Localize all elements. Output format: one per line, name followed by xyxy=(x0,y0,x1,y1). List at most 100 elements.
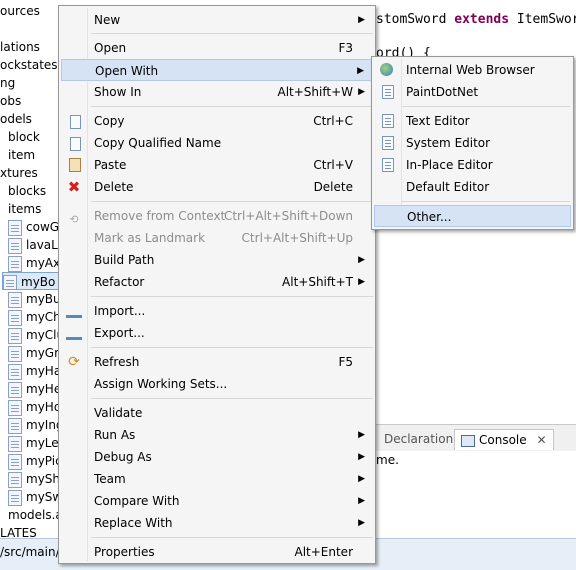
submenu-item-other[interactable]: Other... xyxy=(374,205,571,227)
menu-item-import[interactable]: Import... xyxy=(61,300,373,322)
tree-item[interactable]: item xyxy=(8,146,35,164)
menu-item-refresh[interactable]: ⟳ Refresh F5 xyxy=(61,351,373,373)
copy-icon xyxy=(70,115,81,129)
console-icon xyxy=(461,434,475,447)
console-output: me. xyxy=(376,451,576,541)
submenu-arrow-icon: ▶ xyxy=(358,518,365,528)
menu-item-team[interactable]: Team ▶ xyxy=(61,468,373,490)
tree-item[interactable]: lavaLa xyxy=(8,236,65,254)
submenu-item-system-editor[interactable]: System Editor xyxy=(374,132,571,154)
menu-item-refactor[interactable]: Refactor Alt+Shift+T ▶ xyxy=(61,271,373,293)
menu-item-replace-with[interactable]: Replace With ▶ xyxy=(61,512,373,534)
menu-item-remove-from-context[interactable]: ⟲ Remove from Context Ctrl+Alt+Shift+Down xyxy=(61,205,373,227)
paste-icon xyxy=(69,158,81,172)
tree-item[interactable]: items xyxy=(8,200,41,218)
file-icon xyxy=(8,327,22,344)
menu-separator xyxy=(91,347,373,348)
submenu-arrow-icon: ▶ xyxy=(358,430,365,440)
project-explorer-tree: ources lations ockstates ng obs odels bl… xyxy=(0,0,68,540)
tree-item[interactable]: obs xyxy=(0,92,21,110)
menu-item-open[interactable]: Open F3 xyxy=(61,37,373,59)
menu-item-run-as[interactable]: Run As ▶ xyxy=(61,424,373,446)
menu-item-build-path[interactable]: Build Path ▶ xyxy=(61,249,373,271)
file-icon xyxy=(8,363,22,380)
file-icon xyxy=(8,435,22,452)
tree-item[interactable]: myClu xyxy=(8,326,64,344)
file-icon xyxy=(8,417,22,434)
tree-item[interactable]: ockstates xyxy=(0,56,58,74)
file-icon xyxy=(3,274,17,289)
submenu-arrow-icon: ▶ xyxy=(358,87,365,97)
tree-item[interactable]: lations xyxy=(0,38,40,56)
context-menu: New ▶ Open F3 Open With ▶ Show In Alt+Shift+… xyxy=(58,5,376,564)
file-icon xyxy=(8,255,22,272)
menu-item-validate[interactable]: Validate xyxy=(61,402,373,424)
file-icon xyxy=(8,471,22,488)
file-icon xyxy=(8,291,22,308)
tree-item[interactable]: cowG xyxy=(8,218,59,236)
submenu-arrow-icon: ▶ xyxy=(358,15,365,25)
menu-separator xyxy=(91,201,373,202)
menu-item-copy-qualified-name[interactable]: Copy Qualified Name xyxy=(61,132,373,154)
submenu-item-paintdotnet[interactable]: PaintDotNet xyxy=(374,81,571,103)
tree-item[interactable]: block xyxy=(8,128,40,146)
file-icon xyxy=(8,237,22,254)
close-icon[interactable]: ✕ xyxy=(536,433,546,447)
file-icon xyxy=(8,381,22,398)
tree-item[interactable]: myPic xyxy=(8,452,62,470)
tree-item[interactable]: myBu xyxy=(8,290,61,308)
menu-item-mark-as-landmark[interactable]: Mark as Landmark Ctrl+Alt+Shift+Up xyxy=(61,227,373,249)
tree-item-selected[interactable]: myBo xyxy=(2,272,62,290)
globe-icon xyxy=(380,63,393,76)
menu-item-delete[interactable]: ✖ Delete Delete xyxy=(61,176,373,198)
menu-item-debug-as[interactable]: Debug As ▶ xyxy=(61,446,373,468)
tree-item[interactable]: ng xyxy=(0,74,15,92)
export-icon xyxy=(66,326,82,340)
tab-console[interactable]: Console ✕ xyxy=(454,429,554,450)
submenu-item-text-editor[interactable]: Text Editor xyxy=(374,110,571,132)
tree-item[interactable]: xtures xyxy=(0,164,38,182)
document-icon xyxy=(382,136,394,150)
menu-item-assign-working-sets[interactable]: Assign Working Sets... xyxy=(61,373,373,395)
submenu-item-in-place-editor[interactable]: In-Place Editor xyxy=(374,154,571,176)
tree-item[interactable]: mySh xyxy=(8,470,60,488)
file-icon xyxy=(8,309,22,326)
open-with-submenu: Internal Web Browser PaintDotNet Text Ed… xyxy=(371,56,574,230)
tab-declaration[interactable]: Declaration xyxy=(384,429,453,449)
menu-separator xyxy=(91,537,373,538)
file-icon xyxy=(8,219,22,236)
menu-item-show-in[interactable]: Show In Alt+Shift+W ▶ xyxy=(61,81,373,103)
submenu-arrow-icon: ▶ xyxy=(358,452,365,462)
menu-separator xyxy=(91,296,373,297)
menu-item-copy[interactable]: Copy Ctrl+C xyxy=(61,110,373,132)
menu-separator xyxy=(402,106,570,107)
file-icon xyxy=(8,453,22,470)
tree-item[interactable]: ources xyxy=(0,2,40,20)
tree-item[interactable]: mySw xyxy=(8,488,62,506)
tree-item[interactable]: myAx xyxy=(8,254,60,272)
menu-item-new[interactable]: New ▶ xyxy=(61,9,373,31)
tree-item[interactable]: myCh xyxy=(8,308,61,326)
file-icon xyxy=(8,489,22,506)
tree-item[interactable]: odels xyxy=(0,110,32,128)
tree-item[interactable]: myHa xyxy=(8,362,61,380)
submenu-arrow-icon: ▶ xyxy=(358,496,365,506)
tree-item[interactable]: myHo xyxy=(8,398,61,416)
menu-separator xyxy=(91,33,373,34)
submenu-item-internal-web-browser[interactable]: Internal Web Browser xyxy=(374,59,571,81)
document-icon xyxy=(382,114,394,128)
submenu-arrow-icon: ▶ xyxy=(358,277,365,287)
submenu-arrow-icon: ▶ xyxy=(358,474,365,484)
bottom-panel-tabs: Declaration Console ✕ xyxy=(376,424,576,451)
menu-item-export[interactable]: Export... xyxy=(61,322,373,344)
tree-item[interactable]: myIng xyxy=(8,416,64,434)
menu-item-properties[interactable]: Properties Alt+Enter xyxy=(61,541,373,563)
menu-item-compare-with[interactable]: Compare With ▶ xyxy=(61,490,373,512)
menu-item-open-with[interactable]: Open With ▶ xyxy=(61,59,373,81)
document-icon xyxy=(382,85,394,99)
tree-item[interactable]: blocks xyxy=(8,182,46,200)
menu-item-paste[interactable]: Paste Ctrl+V xyxy=(61,154,373,176)
menu-separator xyxy=(91,106,373,107)
tree-item[interactable]: myHe xyxy=(8,380,61,398)
submenu-item-default-editor[interactable]: Default Editor xyxy=(374,176,571,198)
